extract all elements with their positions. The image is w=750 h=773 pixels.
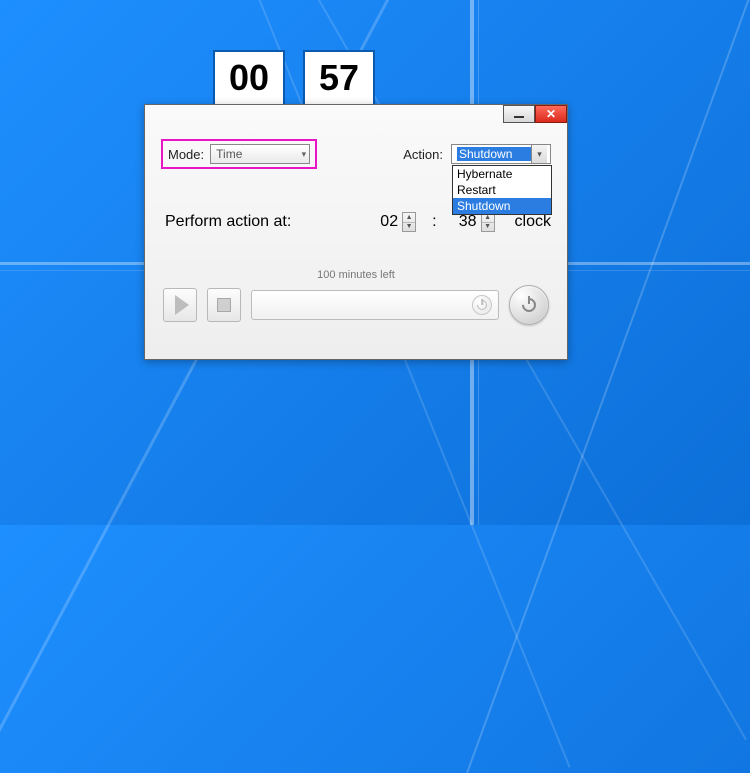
stop-button[interactable] bbox=[207, 288, 241, 322]
power-icon bbox=[477, 300, 487, 310]
power-indicator bbox=[472, 295, 492, 315]
arrow-down-icon[interactable]: ▼ bbox=[482, 223, 494, 232]
power-button[interactable] bbox=[509, 285, 549, 325]
action-dropdown-list: Hybernate Restart Shutdown bbox=[452, 165, 552, 215]
titlebar: ✕ bbox=[145, 105, 567, 127]
clock-minutes: 57 bbox=[303, 50, 375, 106]
perform-label: Perform action at: bbox=[165, 213, 291, 231]
stop-icon bbox=[217, 298, 231, 312]
minute-value: 38 bbox=[453, 213, 481, 231]
play-icon bbox=[175, 295, 189, 315]
power-icon bbox=[522, 298, 536, 312]
mode-value: Time bbox=[216, 147, 242, 161]
time-unit: clock bbox=[515, 213, 551, 231]
action-value: Shutdown bbox=[457, 147, 531, 161]
spinner-arrows[interactable]: ▲ ▼ bbox=[481, 212, 495, 232]
mode-label: Mode: bbox=[168, 147, 204, 162]
hour-value: 02 bbox=[374, 213, 402, 231]
minimize-button[interactable] bbox=[503, 105, 535, 123]
chevron-down-icon: ▾ bbox=[302, 149, 307, 160]
spinner-arrows[interactable]: ▲ ▼ bbox=[402, 212, 416, 232]
action-dropdown[interactable]: Shutdown ▾ Hybernate Restart Shutdown bbox=[451, 144, 551, 164]
play-button[interactable] bbox=[163, 288, 197, 322]
action-option[interactable]: Restart bbox=[453, 182, 551, 198]
action-option[interactable]: Hybernate bbox=[453, 166, 551, 182]
action-option[interactable]: Shutdown bbox=[453, 198, 551, 214]
status-text: 100 minutes left bbox=[161, 269, 551, 281]
arrow-down-icon[interactable]: ▼ bbox=[403, 223, 415, 232]
app-window: ✕ Mode: Time ▾ Action: Shutdown ▾ Hybern… bbox=[144, 104, 568, 360]
chevron-down-icon: ▾ bbox=[531, 145, 547, 163]
close-button[interactable]: ✕ bbox=[535, 105, 567, 123]
hour-spinner[interactable]: 02 ▲ ▼ bbox=[374, 211, 416, 233]
clock-hours: 00 bbox=[213, 50, 285, 106]
mode-group-highlight: Mode: Time ▾ bbox=[161, 139, 317, 169]
action-label: Action: bbox=[403, 147, 443, 162]
arrow-up-icon[interactable]: ▲ bbox=[403, 213, 415, 223]
time-colon: : bbox=[426, 213, 442, 231]
mode-dropdown[interactable]: Time ▾ bbox=[210, 144, 310, 164]
progress-box bbox=[251, 290, 499, 320]
